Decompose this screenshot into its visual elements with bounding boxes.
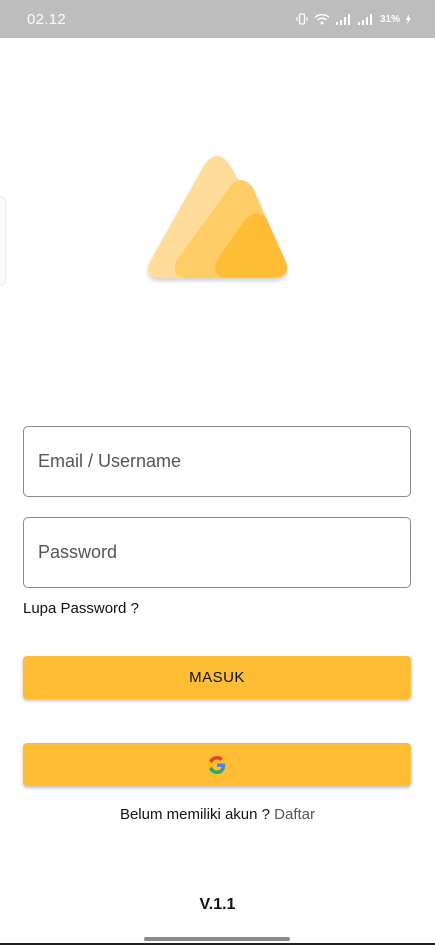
forgot-password-link[interactable]: Lupa Password ?: [23, 600, 139, 617]
signal-icon: [335, 13, 350, 25]
password-field[interactable]: [23, 517, 411, 588]
google-login-button[interactable]: [23, 743, 411, 786]
battery-level: 31%: [379, 13, 400, 25]
login-button[interactable]: MASUK: [23, 656, 411, 699]
wifi-icon: [314, 13, 330, 25]
status-bar: 02.12 31%: [0, 0, 435, 38]
email-field[interactable]: [23, 426, 411, 497]
battery-charging-icon: [406, 14, 411, 24]
status-icons: 31%: [296, 13, 411, 25]
triangle-logo-icon: [147, 156, 288, 278]
edge-panel-handle[interactable]: [0, 196, 6, 286]
login-screen: 02.12 31% Email / Username Lupa Password…: [0, 0, 435, 945]
vibrate-icon: [296, 13, 308, 25]
register-prompt: Belum memiliki akun ? Daftar: [0, 806, 435, 823]
signal-icon: [357, 13, 372, 25]
home-indicator[interactable]: [144, 937, 290, 941]
register-text: Belum memiliki akun ?: [119, 806, 275, 823]
register-link[interactable]: Daftar: [274, 806, 315, 823]
app-version: V.1.1: [199, 896, 236, 913]
google-icon: [208, 755, 226, 774]
status-time: 02.12: [27, 10, 67, 28]
